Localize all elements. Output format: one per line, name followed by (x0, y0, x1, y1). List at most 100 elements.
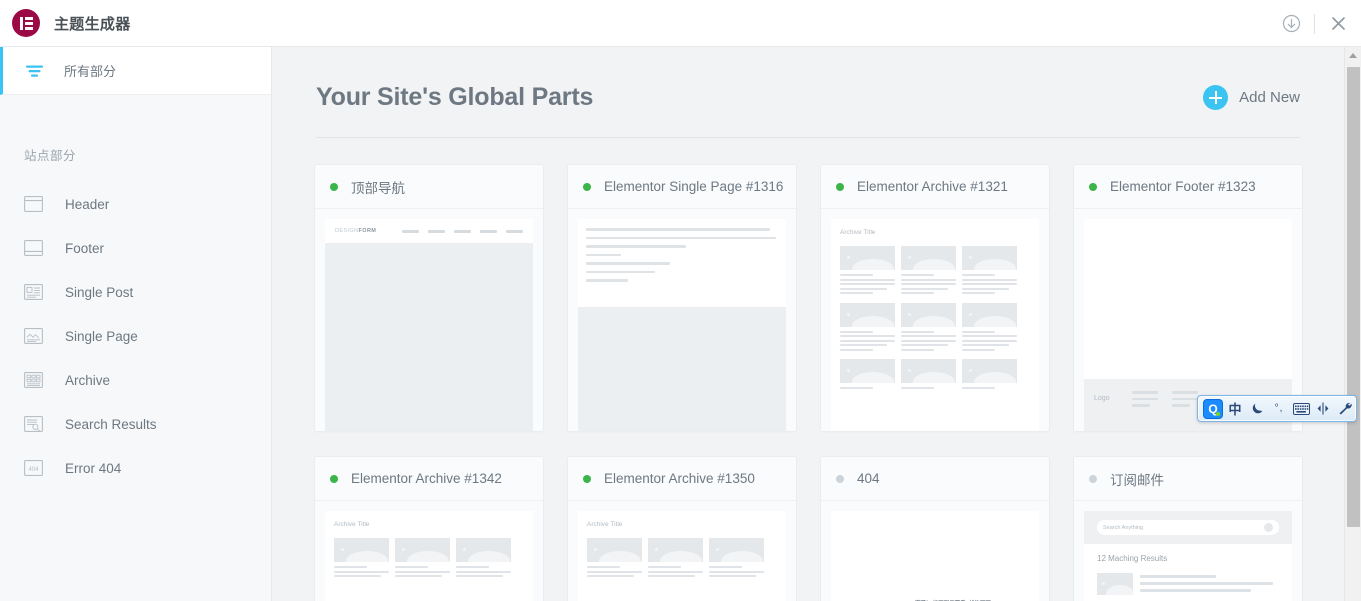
wrench-icon[interactable] (1335, 398, 1355, 420)
page-title: Your Site's Global Parts (316, 83, 594, 111)
filter-icon (24, 65, 44, 77)
card-preview: Search Anything 12 Maching Results (1074, 501, 1302, 601)
card-title: Elementor Archive #1350 (604, 471, 755, 486)
punctuation-icon[interactable]: °, (1269, 398, 1289, 420)
card-title: 订阅邮件 (1110, 472, 1164, 488)
add-new-button[interactable]: Add New (1203, 85, 1300, 110)
status-badge (1089, 182, 1097, 191)
header-divider (316, 137, 1300, 138)
preview-navbar: DESIGNFORM (325, 219, 533, 243)
table-row[interactable]: Elementor Single Page #1316 (567, 164, 797, 432)
preview-archive: Archive Title (831, 219, 1039, 431)
preview-archive-grid (587, 538, 777, 580)
sidebar-item-label: Single Post (65, 284, 134, 300)
preview-thumbnail: Archive Title (831, 219, 1039, 431)
table-row[interactable]: 顶部导航 DESIGNFORM (314, 164, 544, 432)
sidebar-item-label: Header (65, 196, 110, 212)
preview-archive-grid (334, 538, 524, 580)
sidebar-item-archive[interactable]: Archive (0, 358, 271, 402)
card-title: 顶部导航 (351, 180, 405, 196)
sidebar-item-header[interactable]: Header (0, 182, 271, 226)
preview-search-field: Search Anything (1097, 520, 1279, 535)
sidebar-item-label: Search Results (65, 416, 157, 432)
preview-footer-logo: Logo (1094, 395, 1110, 402)
preview-404-number: 404 (841, 595, 906, 601)
qq-logo-icon[interactable]: Q (1203, 398, 1223, 420)
add-new-label: Add New (1239, 89, 1300, 106)
card-header: Elementor Footer #1323 (1074, 165, 1302, 209)
sidebar-item-label: 所有部分 (64, 64, 117, 79)
close-icon[interactable] (1315, 0, 1361, 47)
keyboard-icon[interactable] (1291, 398, 1311, 420)
card-preview: Archive Title (315, 501, 543, 601)
preview-thumbnail: DESIGNFORM (325, 219, 533, 431)
elementor-logo-icon (12, 9, 40, 37)
preview-archive-title: Archive Title (334, 521, 370, 528)
scroll-up-arrow-icon[interactable] (1345, 47, 1361, 64)
footer-layout-icon (24, 239, 43, 258)
preview-thumbnail: Search Anything 12 Maching Results (1084, 511, 1292, 601)
window-titlebar: 主题生成器 (0, 0, 1361, 47)
sidebar-item-label: Error 404 (65, 460, 122, 476)
page-header: Your Site's Global Parts Add New (272, 47, 1344, 112)
status-badge (836, 474, 844, 483)
moon-icon[interactable] (1247, 398, 1267, 420)
table-row[interactable]: Elementor Footer #1323 Logo (1073, 164, 1303, 432)
single-page-icon (24, 327, 43, 346)
download-circle-icon[interactable] (1268, 0, 1314, 47)
sidebar-item-all-parts[interactable]: 所有部分 (0, 47, 271, 95)
app-title: 主题生成器 (54, 15, 131, 33)
status-badge (583, 474, 591, 483)
toolbox-icon[interactable] (1313, 398, 1333, 420)
status-badge (836, 182, 844, 191)
header-layout-icon (24, 195, 43, 214)
ime-toolbar[interactable]: Q 中 °, (1197, 395, 1357, 422)
sidebar-item-single-post[interactable]: Single Post (0, 270, 271, 314)
table-row[interactable]: Elementor Archive #1321 Archive Title (820, 164, 1050, 432)
card-title: Elementor Footer #1323 (1110, 179, 1256, 194)
sidebar-item-label: Single Page (65, 328, 138, 344)
preview-nav-links (402, 229, 523, 233)
chinese-mode-icon[interactable]: 中 (1225, 398, 1245, 420)
titlebar-controls (1268, 0, 1361, 47)
preview-archive-title: Archive Title (840, 229, 876, 236)
preview-archive: Archive Title (578, 511, 786, 601)
sidebar-item-single-page[interactable]: Single Page (0, 314, 271, 358)
table-row[interactable]: Elementor Archive #1342 Archive Title (314, 456, 544, 601)
card-title: Elementor Archive #1342 (351, 471, 502, 486)
preview-subscribe-results: 12 Maching Results (1084, 544, 1292, 601)
card-header: 订阅邮件 (1074, 457, 1302, 501)
sidebar-item-label: Archive (65, 372, 111, 388)
card-header: Elementor Archive #1321 (821, 165, 1049, 209)
vertical-scrollbar[interactable] (1344, 47, 1361, 601)
error-404-icon: 404 (24, 459, 43, 478)
card-header: Elementor Archive #1350 (568, 457, 796, 501)
sidebar: 所有部分 站点部分 Header Footer Single Post Sing… (0, 47, 272, 601)
sidebar-item-search-results[interactable]: Search Results (0, 402, 271, 446)
preview-thumbnail: Archive Title (578, 511, 786, 601)
card-header: 404 (821, 457, 1049, 501)
preview-archive-grid (840, 246, 1030, 392)
status-badge (1089, 474, 1097, 483)
preview-404: 404 哎呀！ 找不到您要重4战的页面。 (831, 511, 1039, 601)
preview-search-placeholder: Search Anything (1103, 524, 1144, 531)
card-preview: DESIGNFORM (315, 209, 543, 431)
table-row[interactable]: 404 404 哎呀！ 找不到您要重4战的页面。 (820, 456, 1050, 601)
qq-logo-glyph: Q (1208, 401, 1218, 416)
scrollbar-thumb[interactable] (1347, 67, 1360, 527)
card-preview: Archive Title (821, 209, 1049, 431)
preview-subscribe-searchbar: Search Anything (1084, 511, 1292, 544)
preview-thumbnail (578, 219, 786, 431)
preview-text-block (578, 219, 786, 307)
list-item (1097, 573, 1279, 596)
table-row[interactable]: 订阅邮件 Search Anything 12 Maching Results (1073, 456, 1303, 601)
sidebar-item-error-404[interactable]: 404 Error 404 (0, 446, 271, 490)
preview-footer-blank (1084, 219, 1292, 379)
preview-archive-title: Archive Title (587, 521, 623, 528)
table-row[interactable]: Elementor Archive #1350 Archive Title (567, 456, 797, 601)
sidebar-item-footer[interactable]: Footer (0, 226, 271, 270)
card-title: 404 (857, 471, 880, 486)
status-badge (583, 182, 591, 191)
sidebar-section-label: 站点部分 (24, 149, 77, 163)
search-results-icon (24, 415, 43, 434)
